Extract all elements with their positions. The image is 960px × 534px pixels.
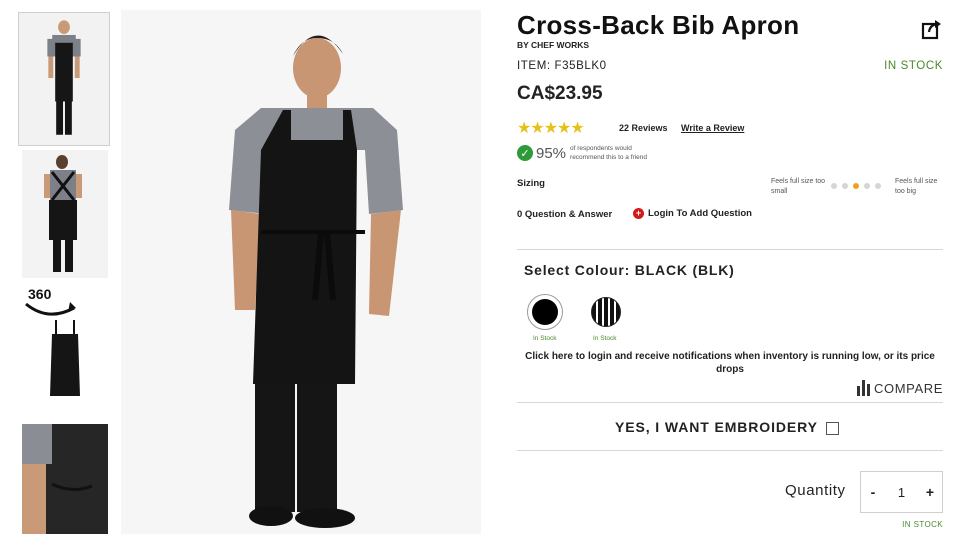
model-wearing-apron-image	[121, 10, 481, 534]
fit-scale	[831, 183, 881, 189]
embroidery-option[interactable]: YES, I WANT EMBROIDERY	[615, 418, 839, 435]
quantity-stock-status: IN STOCK	[902, 520, 943, 529]
review-count[interactable]: 22 Reviews	[619, 123, 668, 133]
quantity-input[interactable]: 1	[887, 485, 917, 500]
colour-selection-label: Select Colour: BLACK (BLK)	[524, 262, 735, 278]
share-icon[interactable]	[921, 18, 943, 40]
quantity-decrease-button[interactable]: -	[867, 484, 879, 500]
thumbnail-detail[interactable]	[22, 424, 108, 534]
plus-circle-icon: +	[633, 208, 644, 219]
sizing-label: Sizing	[517, 178, 545, 189]
product-price: CA$23.95	[517, 83, 603, 104]
swatch-pinstripe[interactable]	[591, 297, 621, 327]
divider	[517, 450, 943, 451]
embroidery-label: YES, I WANT EMBROIDERY	[615, 418, 818, 435]
divider	[517, 402, 943, 403]
product-info-panel: Cross-Back Bib Apron BY CHEF WORKS ITEM:…	[517, 0, 943, 534]
product-brand[interactable]: BY CHEF WORKS	[517, 40, 589, 50]
quantity-stepper: - 1 +	[860, 471, 943, 513]
fit-dot	[875, 183, 881, 189]
question-answer-count[interactable]: 0 Question & Answer	[517, 209, 612, 220]
apron-detail-image	[22, 424, 108, 534]
swatch-black[interactable]	[527, 294, 563, 330]
bar-chart-icon	[857, 380, 871, 396]
fit-dot	[842, 183, 848, 189]
check-circle-icon: ✓	[517, 145, 533, 161]
quantity-label: Quantity	[785, 482, 846, 499]
badge-360: 360	[28, 286, 52, 302]
thumbnail-360[interactable]: 360	[18, 286, 110, 410]
main-product-image[interactable]	[121, 10, 481, 534]
thumbnail-back[interactable]	[22, 150, 108, 278]
login-add-question-link[interactable]: + Login To Add Question	[633, 208, 752, 219]
swatch-pinstripe-stock: In Stock	[593, 335, 617, 342]
compare-button[interactable]: COMPARE	[857, 380, 943, 396]
model-front-image	[19, 13, 109, 145]
write-review-link[interactable]: Write a Review	[681, 123, 744, 133]
item-number: ITEM: F35BLK0	[517, 60, 607, 72]
rating-stars[interactable]: ★★★★★	[517, 118, 585, 138]
product-title: Cross-Back Bib Apron	[517, 10, 800, 40]
model-back-image	[22, 150, 108, 278]
quantity-increase-button[interactable]: +	[924, 484, 936, 500]
swatch-black-stock: In Stock	[533, 335, 557, 342]
recommend-summary: ✓ 95% of respondents would recommend thi…	[517, 143, 660, 163]
fit-dot-active	[853, 183, 859, 189]
recommend-percent: 95%	[536, 144, 567, 162]
notify-login-link[interactable]: Click here to login and receive notifica…	[517, 350, 943, 376]
fit-dot	[864, 183, 870, 189]
fit-small-label: Feels full size too small	[771, 178, 826, 195]
stock-status: IN STOCK	[884, 60, 943, 72]
embroidery-checkbox[interactable]	[825, 422, 839, 435]
apron-360-image	[18, 286, 110, 410]
divider	[517, 249, 943, 250]
recommend-text: of respondents would recommend this to a…	[570, 145, 647, 161]
login-add-question-label: Login To Add Question	[648, 208, 752, 219]
fit-dot	[831, 183, 837, 189]
fit-big-label: Feels full size too big	[895, 178, 938, 195]
compare-label: COMPARE	[874, 381, 943, 396]
thumbnail-front[interactable]	[18, 12, 110, 146]
